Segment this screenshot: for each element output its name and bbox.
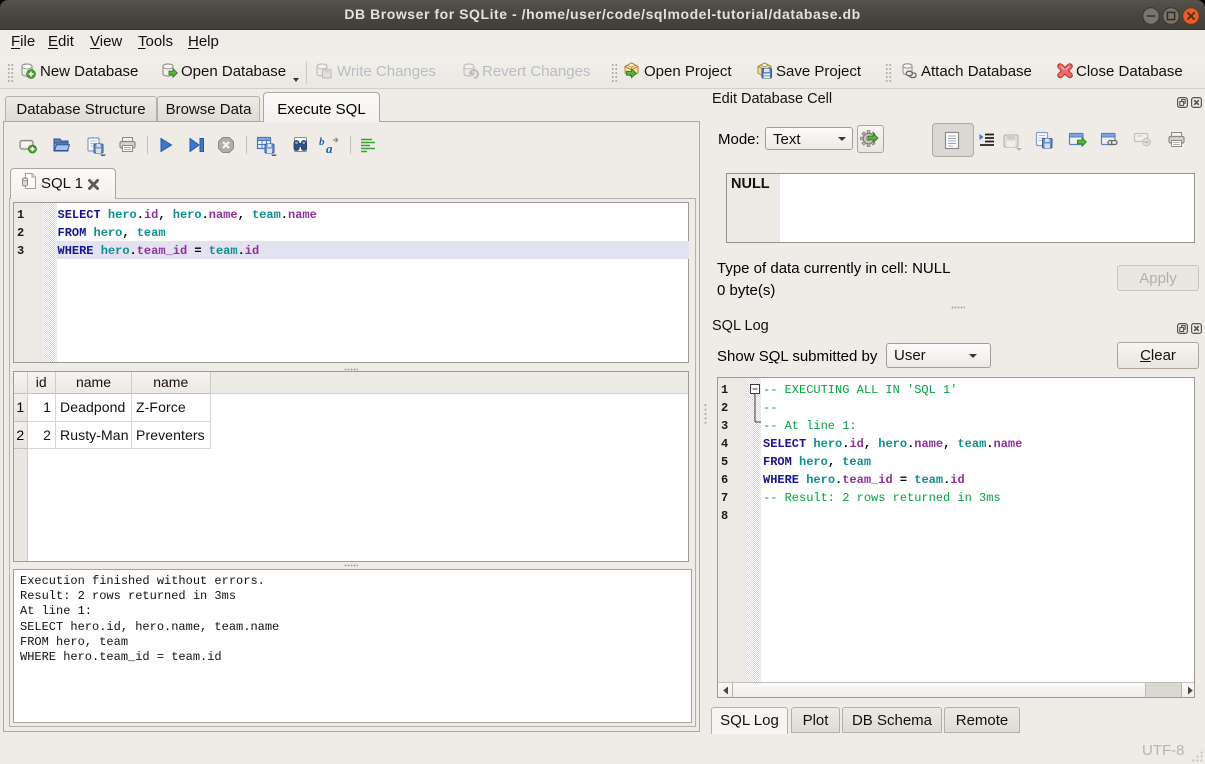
svg-text:a: a <box>326 141 333 155</box>
svg-text:b: b <box>319 136 325 148</box>
